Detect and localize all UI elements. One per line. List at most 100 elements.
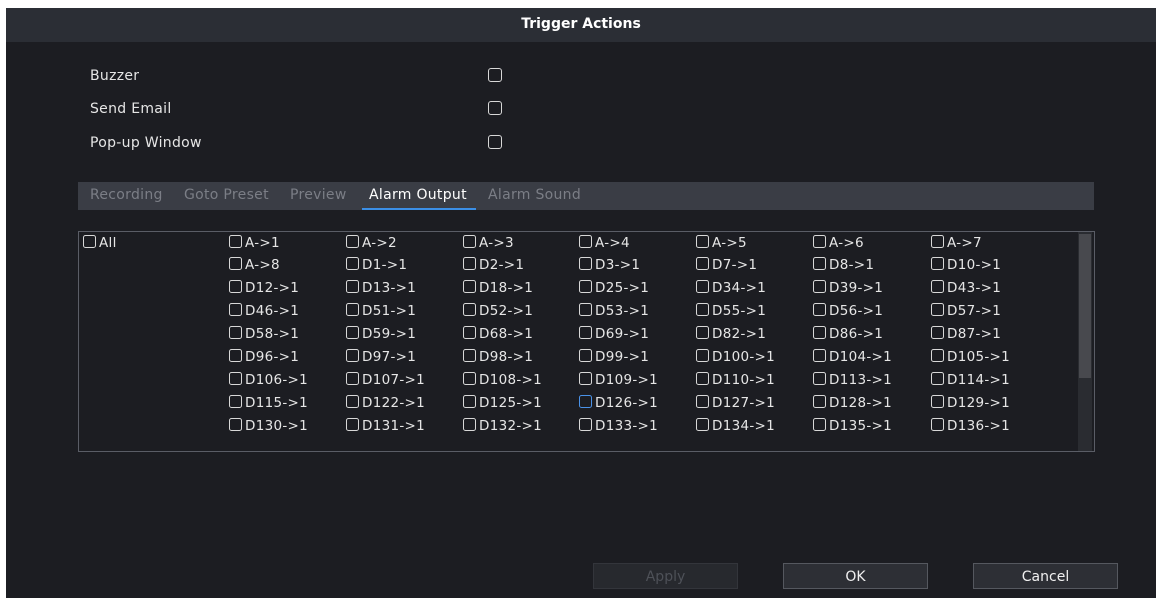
alarm-output-checkbox[interactable] (696, 235, 709, 248)
alarm-output-checkbox[interactable] (579, 257, 592, 270)
alarm-output-checkbox[interactable] (346, 280, 359, 293)
alarm-output-checkbox[interactable] (463, 257, 476, 270)
alarm-output-item[interactable]: D58->1 (229, 326, 299, 346)
alarm-output-checkbox[interactable] (346, 418, 359, 431)
alarm-output-item[interactable]: D105->1 (931, 349, 1010, 369)
alarm-output-item[interactable]: A->1 (229, 235, 280, 255)
alarm-output-checkbox[interactable] (229, 418, 242, 431)
alarm-output-checkbox[interactable] (463, 326, 476, 339)
alarm-output-checkbox[interactable] (813, 235, 826, 248)
alarm-output-item[interactable]: D125->1 (463, 395, 542, 415)
alarm-output-checkbox[interactable] (229, 257, 242, 270)
alarm-output-checkbox[interactable] (813, 395, 826, 408)
alarm-output-checkbox[interactable] (463, 280, 476, 293)
alarm-output-item[interactable]: D130->1 (229, 418, 308, 438)
tab-alarm-output[interactable]: Alarm Output (369, 187, 467, 203)
alarm-output-checkbox[interactable] (346, 326, 359, 339)
alarm-output-checkbox[interactable] (931, 280, 944, 293)
alarm-output-checkbox[interactable] (696, 349, 709, 362)
alarm-output-item[interactable]: D39->1 (813, 280, 883, 300)
alarm-output-checkbox[interactable] (579, 372, 592, 385)
alarm-output-checkbox[interactable] (813, 280, 826, 293)
alarm-output-checkbox[interactable] (579, 303, 592, 316)
alarm-output-item[interactable]: D34->1 (696, 280, 766, 300)
alarm-output-checkbox[interactable] (346, 235, 359, 248)
apply-button[interactable]: Apply (593, 563, 738, 589)
alarm-output-item[interactable]: D59->1 (346, 326, 416, 346)
alarm-output-item[interactable]: D87->1 (931, 326, 1001, 346)
alarm-output-item[interactable]: D25->1 (579, 280, 649, 300)
alarm-output-item[interactable]: D104->1 (813, 349, 892, 369)
alarm-output-checkbox[interactable] (813, 303, 826, 316)
alarm-output-item[interactable]: D110->1 (696, 372, 775, 392)
all-checkbox-item[interactable]: All (83, 235, 117, 255)
alarm-output-checkbox[interactable] (696, 303, 709, 316)
alarm-output-item[interactable]: D46->1 (229, 303, 299, 323)
alarm-output-checkbox[interactable] (696, 280, 709, 293)
alarm-output-checkbox[interactable] (229, 235, 242, 248)
alarm-output-item[interactable]: D127->1 (696, 395, 775, 415)
alarm-output-checkbox[interactable] (229, 349, 242, 362)
alarm-output-item[interactable]: A->7 (931, 235, 982, 255)
alarm-output-item[interactable]: D56->1 (813, 303, 883, 323)
alarm-output-checkbox[interactable] (813, 326, 826, 339)
buzzer-checkbox[interactable] (488, 68, 502, 82)
cancel-button[interactable]: Cancel (973, 563, 1118, 589)
alarm-output-item[interactable]: D98->1 (463, 349, 533, 369)
alarm-output-item[interactable]: A->2 (346, 235, 397, 255)
alarm-output-checkbox[interactable] (931, 326, 944, 339)
alarm-output-checkbox[interactable] (931, 303, 944, 316)
alarm-output-item[interactable]: D86->1 (813, 326, 883, 346)
alarm-output-item[interactable]: D55->1 (696, 303, 766, 323)
alarm-output-item[interactable]: D107->1 (346, 372, 425, 392)
alarm-output-item[interactable]: D43->1 (931, 280, 1001, 300)
alarm-output-item[interactable]: D132->1 (463, 418, 542, 438)
alarm-output-checkbox[interactable] (579, 395, 592, 408)
alarm-output-checkbox[interactable] (931, 235, 944, 248)
alarm-output-checkbox[interactable] (931, 418, 944, 431)
alarm-output-checkbox[interactable] (463, 349, 476, 362)
alarm-output-item[interactable]: D53->1 (579, 303, 649, 323)
alarm-output-checkbox[interactable] (346, 257, 359, 270)
alarm-output-checkbox[interactable] (931, 395, 944, 408)
alarm-output-item[interactable]: D113->1 (813, 372, 892, 392)
alarm-output-checkbox[interactable] (463, 235, 476, 248)
alarm-output-item[interactable]: D99->1 (579, 349, 649, 369)
alarm-output-item[interactable]: A->6 (813, 235, 864, 255)
alarm-output-item[interactable]: D2->1 (463, 257, 524, 277)
alarm-output-checkbox[interactable] (346, 349, 359, 362)
alarm-output-checkbox[interactable] (229, 372, 242, 385)
alarm-output-checkbox[interactable] (931, 349, 944, 362)
alarm-output-item[interactable]: D10->1 (931, 257, 1001, 277)
alarm-output-checkbox[interactable] (579, 349, 592, 362)
all-checkbox[interactable] (83, 235, 96, 248)
send-email-checkbox[interactable] (488, 101, 502, 115)
alarm-output-checkbox[interactable] (229, 395, 242, 408)
alarm-output-item[interactable]: D129->1 (931, 395, 1010, 415)
alarm-output-item[interactable]: D68->1 (463, 326, 533, 346)
alarm-output-checkbox[interactable] (463, 303, 476, 316)
alarm-output-item[interactable]: A->3 (463, 235, 514, 255)
alarm-output-item[interactable]: D135->1 (813, 418, 892, 438)
alarm-output-item[interactable]: A->4 (579, 235, 630, 255)
alarm-output-item[interactable]: D108->1 (463, 372, 542, 392)
scrollbar[interactable] (1078, 232, 1092, 451)
tab-recording[interactable]: Recording (90, 187, 163, 203)
alarm-output-checkbox[interactable] (579, 418, 592, 431)
alarm-output-checkbox[interactable] (696, 326, 709, 339)
alarm-output-item[interactable]: D13->1 (346, 280, 416, 300)
alarm-output-item[interactable]: D100->1 (696, 349, 775, 369)
alarm-output-item[interactable]: D133->1 (579, 418, 658, 438)
alarm-output-checkbox[interactable] (229, 326, 242, 339)
alarm-output-checkbox[interactable] (229, 280, 242, 293)
tab-alarm-sound[interactable]: Alarm Sound (488, 187, 581, 203)
alarm-output-checkbox[interactable] (696, 372, 709, 385)
alarm-output-item[interactable]: D8->1 (813, 257, 874, 277)
alarm-output-item[interactable]: D109->1 (579, 372, 658, 392)
tab-goto-preset[interactable]: Goto Preset (184, 187, 269, 203)
alarm-output-checkbox[interactable] (813, 418, 826, 431)
alarm-output-item[interactable]: D52->1 (463, 303, 533, 323)
alarm-output-item[interactable]: D122->1 (346, 395, 425, 415)
alarm-output-checkbox[interactable] (813, 372, 826, 385)
alarm-output-checkbox[interactable] (346, 395, 359, 408)
